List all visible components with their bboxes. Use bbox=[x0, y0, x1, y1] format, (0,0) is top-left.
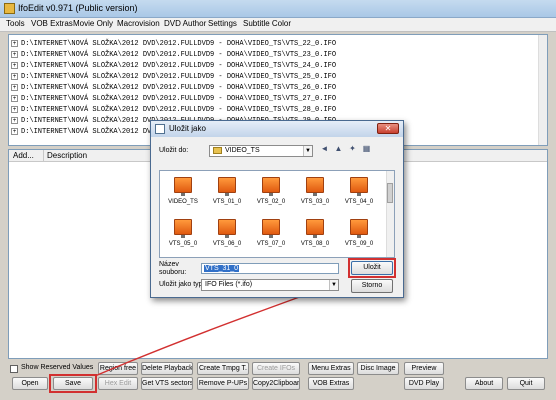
dialog-title-bar: Uložit jako ✕ bbox=[151, 121, 403, 137]
vob-extras-button[interactable]: VOB Extras bbox=[308, 377, 354, 390]
menu-extras-button[interactable]: Menu Extras bbox=[308, 362, 354, 375]
file-item[interactable]: VTS_01_0 bbox=[210, 175, 244, 215]
show-reserved-label: Show Reserved Values bbox=[21, 364, 94, 371]
close-icon[interactable]: ✕ bbox=[377, 123, 399, 134]
file-name-label-line1: Název bbox=[159, 261, 179, 268]
column-description[interactable]: Description bbox=[47, 151, 87, 160]
file-item[interactable]: VTS_05_0 bbox=[166, 217, 200, 257]
hex-edit-button[interactable]: Hex Edit bbox=[98, 377, 138, 390]
menu-movie-only[interactable]: Movie Only bbox=[73, 19, 113, 28]
tree-row[interactable]: +D:\INTERNET\NOVÁ SLOŽKA\2012 DVD\2012.F… bbox=[11, 83, 336, 94]
expand-icon[interactable]: + bbox=[11, 83, 18, 91]
about-button[interactable]: About bbox=[465, 377, 503, 390]
file-list-scrollbar[interactable] bbox=[386, 171, 394, 257]
get-vts-sectors-button[interactable]: Get VTS sectors bbox=[141, 377, 193, 390]
chevron-down-icon[interactable]: ▼ bbox=[303, 146, 312, 156]
open-button[interactable]: Open bbox=[12, 377, 48, 390]
dialog-icon bbox=[155, 124, 165, 134]
save-highlight-box bbox=[49, 374, 97, 393]
copy2clipboard-button[interactable]: Copy2Clipboard bbox=[252, 377, 300, 390]
vlc-file-icon bbox=[306, 177, 324, 196]
save-in-label: Uložit do: bbox=[159, 147, 189, 154]
file-name-input[interactable]: VTS_31_0 bbox=[201, 263, 339, 274]
preview-button[interactable]: Preview bbox=[404, 362, 444, 375]
vlc-file-icon bbox=[350, 219, 368, 238]
tree-row[interactable]: +D:\INTERNET\NOVÁ SLOŽKA\2012 DVD\2012.F… bbox=[11, 61, 336, 72]
disc-image-button[interactable]: Disc Image bbox=[357, 362, 399, 375]
save-type-label: Uložit jako typ: bbox=[159, 281, 205, 288]
chevron-down-icon[interactable]: ▼ bbox=[329, 280, 338, 290]
quit-button[interactable]: Quit bbox=[507, 377, 545, 390]
menu-subtitle-color[interactable]: Subtitle Color bbox=[243, 19, 291, 28]
menu-vob-extras[interactable]: VOB Extras bbox=[31, 19, 73, 28]
create-tmpg-button[interactable]: Create Tmpg T. bbox=[197, 362, 249, 375]
app-icon bbox=[4, 3, 15, 14]
up-folder-icon[interactable]: ▲ bbox=[333, 144, 344, 154]
title-bar: IfoEdit v0.971 (Public version) bbox=[0, 0, 556, 18]
column-separator[interactable] bbox=[43, 150, 44, 162]
tree-row[interactable]: +D:\INTERNET\NOVÁ SLOŽKA\2012 DVD\2012.F… bbox=[11, 94, 336, 105]
file-item[interactable]: VTS_09_0 bbox=[342, 217, 376, 257]
file-item[interactable]: VTS_06_0 bbox=[210, 217, 244, 257]
file-item[interactable]: VTS_02_0 bbox=[254, 175, 288, 215]
view-menu-icon[interactable]: ▦ bbox=[361, 144, 372, 154]
create-ifos-button[interactable]: Create IFOs bbox=[252, 362, 300, 375]
menu-macrovision[interactable]: Macrovision bbox=[117, 19, 160, 28]
vlc-file-icon bbox=[306, 219, 324, 238]
file-list[interactable]: VIDEO_TS VTS_01_0 VTS_02_0 VTS_03_0 VTS_… bbox=[159, 170, 395, 258]
file-name-label-line2: souboru: bbox=[159, 269, 187, 276]
tree-scrollbar[interactable] bbox=[538, 35, 547, 145]
vlc-file-icon bbox=[174, 219, 192, 238]
region-free-button[interactable]: Region free bbox=[98, 362, 138, 375]
file-item[interactable]: VTS_08_0 bbox=[298, 217, 332, 257]
dialog-title: Uložit jako bbox=[169, 124, 206, 133]
back-icon[interactable]: ◄ bbox=[319, 144, 330, 154]
menu-settings[interactable]: Settings bbox=[208, 19, 237, 28]
save-in-combo[interactable]: VIDEO_TS ▼ bbox=[209, 145, 313, 157]
vlc-file-icon bbox=[174, 177, 192, 196]
vlc-file-icon bbox=[350, 177, 368, 196]
dialog-save-highlight-box bbox=[348, 258, 396, 278]
vlc-file-icon bbox=[262, 177, 280, 196]
expand-icon[interactable]: + bbox=[11, 39, 18, 47]
delete-playback-button[interactable]: Delete Playback bbox=[141, 362, 193, 375]
vlc-file-icon bbox=[218, 177, 236, 196]
tree-row[interactable]: +D:\INTERNET\NOVÁ SLOŽKA\2012 DVD\2012.F… bbox=[11, 39, 336, 50]
new-folder-icon[interactable]: ✦ bbox=[347, 144, 358, 154]
show-reserved-checkbox[interactable] bbox=[10, 365, 18, 373]
expand-icon[interactable]: + bbox=[11, 116, 18, 124]
folder-icon bbox=[213, 146, 222, 154]
expand-icon[interactable]: + bbox=[11, 127, 18, 135]
tree-row[interactable]: +D:\INTERNET\NOVÁ SLOŽKA\2012 DVD\2012.F… bbox=[11, 50, 336, 61]
tree-row[interactable]: +D:\INTERNET\NOVÁ SLOŽKA\2012 DVD\2012.F… bbox=[11, 72, 336, 83]
tree-row[interactable]: +D:\INTERNET\NOVÁ SLOŽKA\2012 DVD\2012.F… bbox=[11, 105, 336, 116]
column-add[interactable]: Add... bbox=[13, 151, 34, 160]
window-title: IfoEdit v0.971 (Public version) bbox=[18, 3, 138, 13]
file-item[interactable]: VTS_07_0 bbox=[254, 217, 288, 257]
expand-icon[interactable]: + bbox=[11, 61, 18, 69]
remove-pups-button[interactable]: Remove P-UPs bbox=[197, 377, 249, 390]
expand-icon[interactable]: + bbox=[11, 94, 18, 102]
expand-icon[interactable]: + bbox=[11, 105, 18, 113]
file-item[interactable]: VTS_03_0 bbox=[298, 175, 332, 215]
dialog-cancel-button[interactable]: Storno bbox=[351, 279, 393, 293]
dialog-body: Uložit do: VIDEO_TS ▼ ◄ ▲ ✦ ▦ VIDEO_TS V… bbox=[151, 137, 403, 297]
file-item[interactable]: VTS_04_0 bbox=[342, 175, 376, 215]
menu-bar: Tools VOB Extras Movie Only Macrovision … bbox=[0, 18, 556, 32]
file-item[interactable]: VIDEO_TS bbox=[166, 175, 200, 215]
expand-icon[interactable]: + bbox=[11, 72, 18, 80]
save-as-dialog: Uložit jako ✕ Uložit do: VIDEO_TS ▼ ◄ ▲ … bbox=[150, 120, 404, 298]
expand-icon[interactable]: + bbox=[11, 50, 18, 58]
vlc-file-icon bbox=[218, 219, 236, 238]
scrollbar-thumb[interactable] bbox=[387, 183, 393, 203]
vlc-file-icon bbox=[262, 219, 280, 238]
menu-tools[interactable]: Tools bbox=[6, 19, 25, 28]
save-type-combo[interactable]: IFO Files (*.ifo) ▼ bbox=[201, 279, 339, 291]
menu-dvd-author[interactable]: DVD Author bbox=[164, 19, 206, 28]
dvd-play-button[interactable]: DVD Play bbox=[404, 377, 444, 390]
